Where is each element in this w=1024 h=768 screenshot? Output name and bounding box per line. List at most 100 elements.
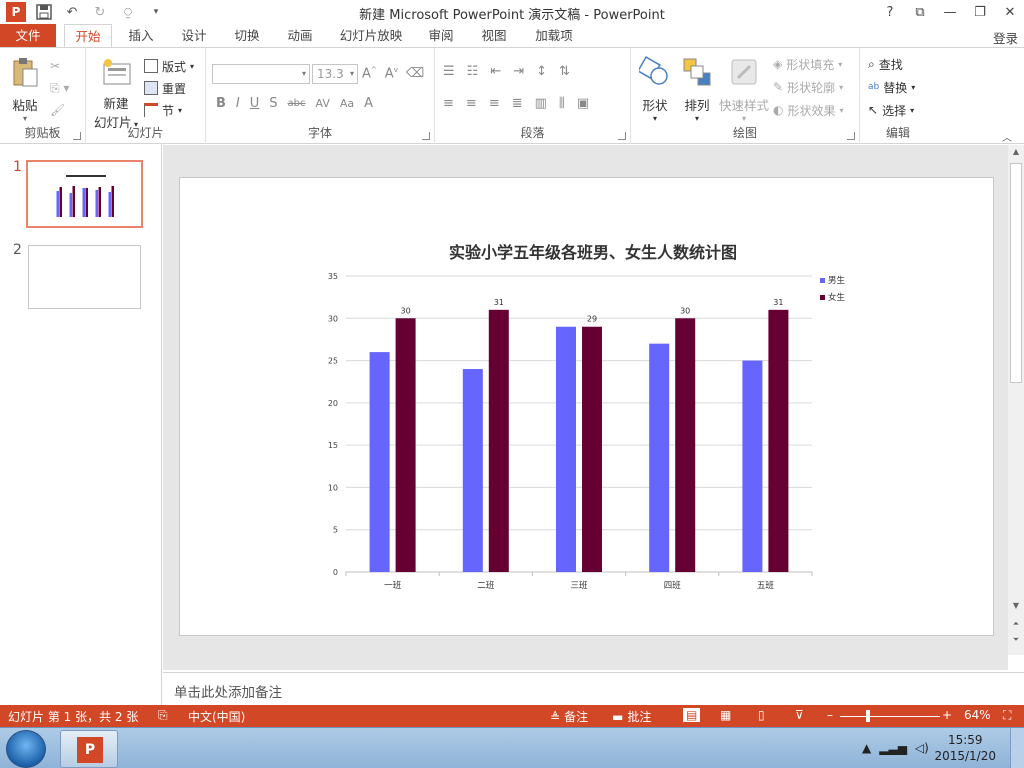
strikethrough-icon[interactable]: abc: [288, 98, 306, 109]
find-button[interactable]: ⌕ 查找: [868, 54, 903, 74]
replace-icon: ab: [868, 82, 880, 92]
arrange-button[interactable]: 排列 ▾: [677, 56, 717, 123]
shapes-button[interactable]: 形状 ▾: [635, 56, 675, 123]
new-slide-button[interactable]: 新建 幻灯片 ▾: [90, 56, 142, 131]
clock[interactable]: 15:59 2015/1/20: [934, 732, 996, 764]
grow-font-icon[interactable]: A^: [362, 66, 377, 81]
align-right-icon[interactable]: ≡: [489, 96, 500, 111]
reading-view-icon[interactable]: ▯: [758, 708, 765, 722]
tab-insert[interactable]: 插入: [118, 24, 164, 48]
fit-slide-icon[interactable]: ⛶: [1003, 708, 1011, 723]
restore-icon[interactable]: ❐: [972, 2, 988, 22]
quick-styles-button[interactable]: 快速样式 ▾: [719, 56, 769, 123]
font-launcher-icon[interactable]: [422, 132, 430, 140]
network-icon[interactable]: ▂▃▅: [879, 741, 907, 755]
convert-smartart-icon[interactable]: ▣: [577, 96, 589, 111]
paste-button[interactable]: 粘贴 ▾: [6, 56, 44, 123]
spelling-check-icon[interactable]: ⎘: [158, 708, 168, 723]
scroll-thumb[interactable]: [1010, 163, 1022, 383]
shadow-icon[interactable]: S: [269, 96, 277, 111]
show-hidden-icons-icon[interactable]: ▲: [862, 741, 871, 755]
drawing-launcher-icon[interactable]: [847, 132, 855, 140]
sign-in-link[interactable]: 登录: [993, 28, 1018, 47]
layout-button[interactable]: 版式 ▾: [144, 56, 194, 76]
language-indicator[interactable]: 中文(中国): [188, 708, 245, 725]
comments-toggle-button[interactable]: ▬ 批注: [612, 708, 651, 725]
zoom-in-icon[interactable]: +: [942, 708, 952, 722]
slide-sorter-view-icon[interactable]: ▦: [720, 708, 731, 722]
format-painter-icon[interactable]: 🖌: [50, 100, 65, 120]
zoom-slider-knob[interactable]: [866, 710, 870, 722]
align-center-icon[interactable]: ≡: [466, 96, 477, 111]
clock-date: 2015/1/20: [934, 749, 996, 763]
shape-outline-button[interactable]: ✎ 形状轮廓 ▾: [773, 77, 843, 97]
start-button-icon[interactable]: [6, 730, 46, 768]
tab-animations[interactable]: 动画: [277, 24, 323, 48]
volume-icon[interactable]: ◁): [915, 741, 929, 755]
font-size-combo[interactable]: 13.3 ▾: [312, 64, 358, 84]
shape-fill-button[interactable]: ◈ 形状填充 ▾: [773, 54, 842, 74]
tab-view[interactable]: 视图: [471, 24, 517, 48]
decrease-indent-icon[interactable]: ⇤: [490, 64, 501, 79]
shape-effects-button[interactable]: ◐ 形状效果 ▾: [773, 100, 844, 120]
justify-icon[interactable]: ≣: [512, 96, 523, 111]
slideshow-view-icon[interactable]: ⊽: [795, 708, 804, 722]
tab-file[interactable]: 文件: [0, 24, 56, 48]
zoom-level[interactable]: 64%: [964, 708, 991, 722]
ribbon-display-options-icon[interactable]: ⧉: [912, 2, 928, 22]
clear-formatting-icon[interactable]: ⌫: [406, 66, 424, 81]
align-left-icon[interactable]: ≡: [443, 96, 454, 111]
font-name-combo[interactable]: ▾: [212, 64, 310, 84]
cursor-icon: ↖: [868, 103, 879, 117]
change-case-icon[interactable]: Aa: [340, 97, 354, 110]
slide-canvas[interactable]: 实验小学五年级各班男、女生人数统计图 0 5 10 15 20 25 30 35 30 一班 31…: [179, 177, 994, 636]
copy-icon[interactable]: ⎘ ▾: [50, 78, 69, 98]
cut-icon[interactable]: ✂: [50, 56, 60, 76]
tab-home[interactable]: 开始: [64, 24, 112, 48]
text-direction-icon[interactable]: ⇅: [559, 64, 570, 79]
columns-icon[interactable]: ⫼: [559, 96, 565, 111]
shrink-font-icon[interactable]: Av: [385, 66, 398, 81]
slide-thumbnail-1[interactable]: [26, 160, 143, 228]
help-icon[interactable]: ?: [882, 2, 898, 22]
collapse-ribbon-icon[interactable]: ︿: [1002, 126, 1012, 146]
x-tick-label: 一班: [384, 580, 402, 591]
minimize-icon[interactable]: —: [942, 2, 958, 22]
notes-pane[interactable]: 单击此处添加备注: [163, 672, 1024, 705]
bullets-icon[interactable]: ☰: [443, 64, 455, 79]
tab-transitions[interactable]: 切换: [224, 24, 270, 48]
zoom-slider-track[interactable]: [840, 716, 940, 717]
char-spacing-icon[interactable]: AV: [316, 97, 330, 110]
increase-indent-icon[interactable]: ⇥: [513, 64, 524, 79]
italic-icon[interactable]: I: [236, 96, 240, 111]
tab-addins[interactable]: 加载项: [526, 24, 582, 48]
tab-slideshow[interactable]: 幻灯片放映: [333, 24, 409, 48]
zoom-out-icon[interactable]: –: [827, 708, 833, 722]
show-desktop-button[interactable]: [1010, 728, 1024, 768]
reset-button[interactable]: 重置: [144, 78, 186, 98]
tab-review[interactable]: 审阅: [418, 24, 464, 48]
scroll-up-icon[interactable]: ▲: [1008, 147, 1024, 161]
tab-design[interactable]: 设计: [171, 24, 217, 48]
distributed-icon[interactable]: ▥: [535, 96, 547, 111]
normal-view-icon[interactable]: ▤: [683, 708, 701, 722]
previous-slide-icon[interactable]: ⏶: [1008, 619, 1024, 633]
replace-button[interactable]: ab 替换 ▾: [868, 77, 915, 97]
numbering-icon[interactable]: ☷: [467, 64, 479, 79]
next-slide-icon[interactable]: ⏷: [1008, 635, 1024, 649]
bold-icon[interactable]: B: [216, 96, 226, 111]
close-icon[interactable]: ✕: [1002, 2, 1018, 22]
underline-icon[interactable]: U: [250, 96, 260, 111]
select-button[interactable]: ↖ 选择 ▾: [868, 100, 914, 120]
font-color-icon[interactable]: A: [364, 96, 373, 111]
notes-toggle-button[interactable]: ≜ 备注: [550, 708, 588, 725]
bar-chart[interactable]: 实验小学五年级各班男、女生人数统计图 0 5 10 15 20 25 30 35 30 一班 31…: [180, 178, 995, 637]
vertical-scrollbar[interactable]: ▲ ▼ ⏶ ⏷: [1008, 145, 1024, 655]
scroll-down-icon[interactable]: ▼: [1008, 601, 1024, 615]
section-button[interactable]: 节 ▾: [144, 100, 182, 120]
taskbar-powerpoint-button[interactable]: P: [60, 730, 118, 768]
line-spacing-icon[interactable]: ↕: [536, 64, 547, 79]
slide-thumbnail-2[interactable]: [28, 245, 141, 309]
paragraph-launcher-icon[interactable]: [618, 132, 626, 140]
clipboard-launcher-icon[interactable]: [73, 132, 81, 140]
